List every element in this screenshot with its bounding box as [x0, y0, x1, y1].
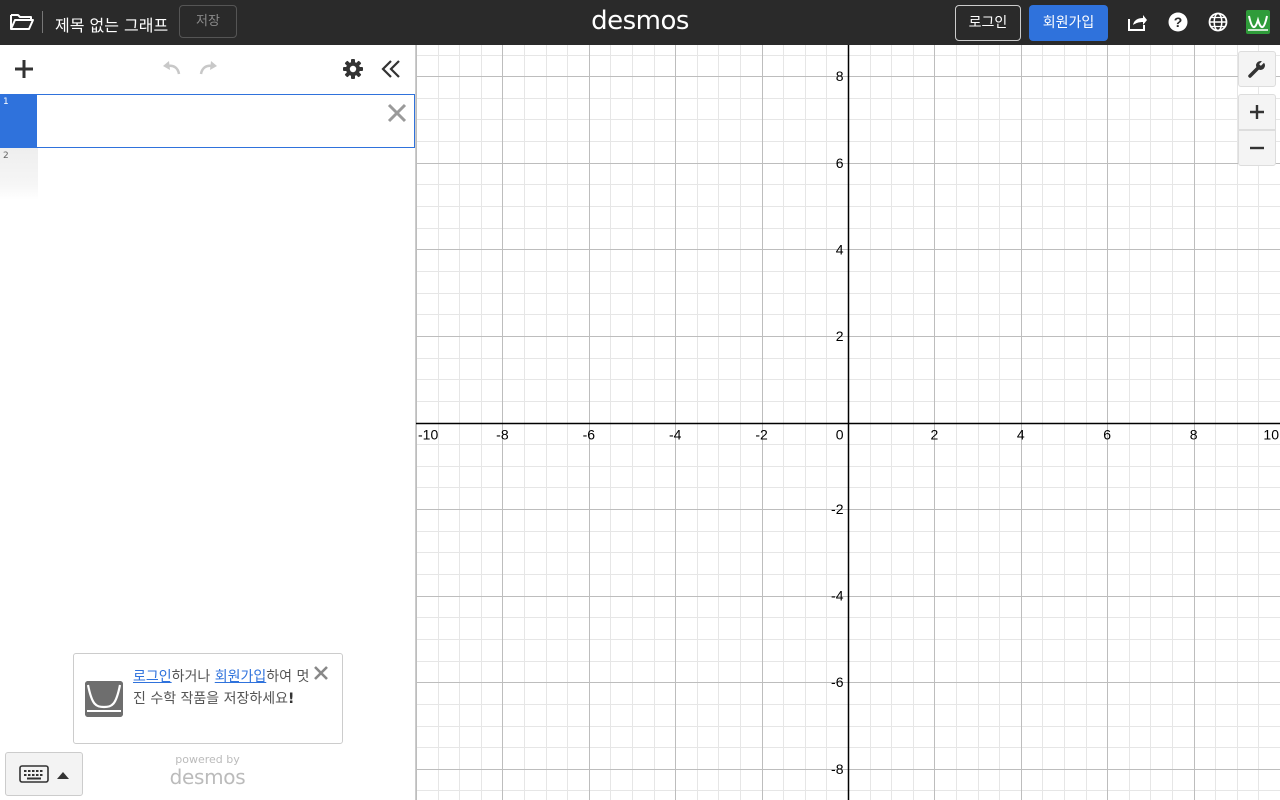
keyboard-icon: [19, 765, 49, 783]
add-item-icon: [15, 60, 33, 78]
desmos-logo: desmos: [591, 6, 689, 36]
x-tick-label: 10: [1263, 427, 1279, 443]
language-button[interactable]: [1207, 11, 1229, 33]
login-link[interactable]: 로그인: [133, 669, 172, 685]
user-avatar-button[interactable]: [1246, 10, 1270, 34]
graph-canvas[interactable]: -10 -8 -6 -4 -2 0 2 4 6 8 10 8 6 4 2 -2 -4 -6 -8: [416, 45, 1280, 800]
zoom-out-icon: [1250, 146, 1264, 150]
zoom-out-button[interactable]: [1238, 130, 1276, 166]
share-icon: [1128, 15, 1147, 31]
expression-number-tab[interactable]: 2: [0, 148, 38, 200]
login-prompt-text: 로그인하거나 회원가입하여 멋진 수학 작품을 저장하세요!: [133, 666, 313, 710]
login-button[interactable]: 로그인: [955, 5, 1021, 41]
expression-number: 1: [3, 97, 9, 107]
powered-by-desmos: powered by desmos: [160, 753, 255, 788]
settings-gear-icon: [343, 59, 363, 79]
wrench-icon: [1248, 60, 1265, 78]
help-button[interactable]: ?: [1167, 11, 1189, 33]
x-tick-label: -6: [583, 427, 596, 443]
user-avatar-icon: [1246, 10, 1270, 34]
expression-panel: 1 2 로그인하거나 회원가입하여 멋진 수학 작품을 저장하세요! power…: [0, 45, 416, 800]
graph-settings-wrench-button[interactable]: [1238, 51, 1276, 87]
save-button[interactable]: 저장: [179, 5, 237, 38]
prompt-text-middle: 하거나: [171, 669, 215, 685]
redo-button[interactable]: [197, 57, 221, 81]
top-bar: 제목 없는 그래프 저장 desmos 로그인 회원가입 ?: [0, 0, 1280, 45]
y-tick-label: -8: [831, 761, 844, 777]
powered-by-logo: desmos: [169, 765, 246, 789]
keyboard-toggle-button[interactable]: [5, 752, 83, 796]
svg-text:?: ?: [1174, 14, 1183, 30]
x-tick-label: -8: [496, 427, 509, 443]
signup-link[interactable]: 회원가입: [215, 669, 267, 685]
folder-icon: [10, 14, 34, 30]
expression-row[interactable]: 1: [0, 94, 415, 148]
close-icon: [314, 666, 328, 680]
share-button[interactable]: [1126, 11, 1148, 33]
help-icon: ?: [1168, 12, 1188, 32]
open-graphs-button[interactable]: [9, 11, 35, 33]
y-tick-label: -6: [831, 674, 844, 690]
undo-button[interactable]: [159, 57, 183, 81]
x-tick-label: 0: [836, 427, 844, 443]
caret-up-icon: [57, 772, 69, 779]
expression-toolbar: [0, 45, 415, 94]
login-prompt: 로그인하거나 회원가입하여 멋진 수학 작품을 저장하세요!: [73, 653, 343, 744]
add-item-button[interactable]: [12, 57, 36, 81]
y-tick-label: 4: [836, 241, 844, 257]
expression-input[interactable]: [37, 94, 415, 148]
graph-settings-button[interactable]: [341, 57, 365, 81]
x-tick-label: 6: [1103, 427, 1111, 443]
x-tick-label: 4: [1017, 427, 1025, 443]
prompt-text-exclamation: !: [288, 691, 295, 707]
delete-expression-button[interactable]: [384, 100, 410, 126]
expression-row[interactable]: 2: [0, 148, 415, 200]
zoom-in-icon: [1250, 105, 1264, 119]
y-tick-label: 2: [836, 328, 844, 344]
x-tick-label: 8: [1190, 427, 1198, 443]
y-tick-label: -4: [831, 588, 844, 604]
x-tick-label: -10: [418, 427, 438, 443]
signup-button[interactable]: 회원가입: [1029, 5, 1108, 41]
graph-title[interactable]: 제목 없는 그래프: [55, 12, 168, 36]
x-tick-label: 2: [931, 427, 939, 443]
collapse-panel-button[interactable]: [379, 57, 403, 81]
close-icon: [387, 103, 407, 123]
x-tick-label: -4: [669, 427, 682, 443]
undo-icon: [163, 61, 181, 75]
collapse-panel-icon: [381, 60, 400, 78]
y-tick-label: 6: [836, 155, 844, 171]
zoom-in-button[interactable]: [1238, 94, 1276, 130]
globe-icon: [1208, 12, 1228, 32]
x-tick-label: -2: [755, 427, 768, 443]
title-divider: [42, 11, 43, 33]
graph-thumbnail-icon: [85, 681, 123, 717]
expression-number-tab[interactable]: 1: [0, 94, 38, 148]
redo-icon: [199, 61, 217, 75]
y-tick-label: 8: [836, 68, 844, 84]
expression-number: 2: [3, 151, 9, 161]
close-prompt-button[interactable]: [312, 664, 330, 682]
graph-grid: -10 -8 -6 -4 -2 0 2 4 6 8 10 8 6 4 2 -2 -4 -6 -8: [416, 45, 1280, 800]
y-tick-label: -2: [831, 501, 844, 517]
